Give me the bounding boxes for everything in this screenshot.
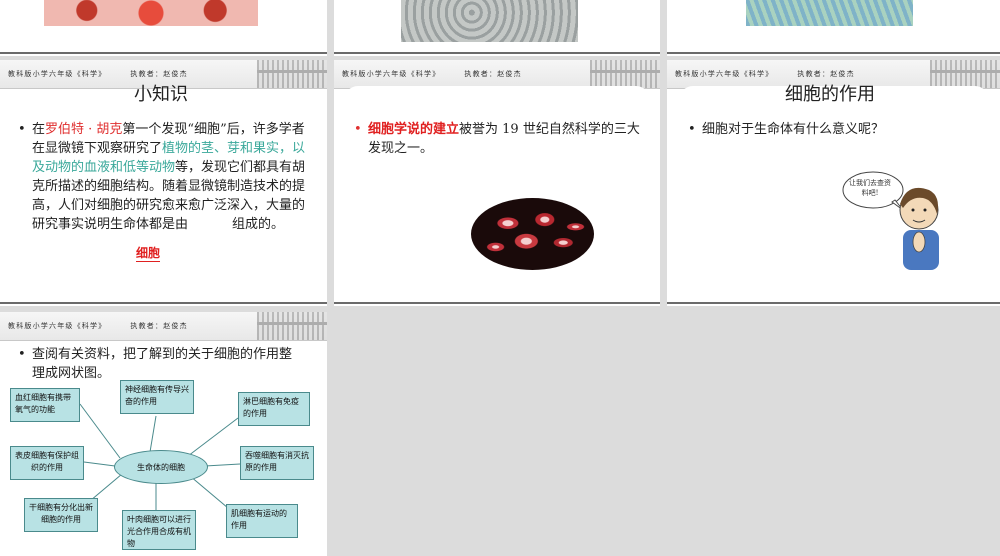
concept-node-phagocyte: 吞噬细胞有消灭抗原的作用 (240, 446, 314, 480)
banner-teacher: 执教者：赵俊杰 (797, 70, 855, 78)
banner-text: 教科版小学六年级《科学》 执教者：赵俊杰 (342, 69, 546, 79)
highlight-cell-theory: 细胞学说的建立 (368, 122, 460, 137)
content-panel (344, 86, 650, 298)
banner-publisher: 教科版小学六年级《科学》 (342, 70, 441, 78)
concept-node-stem-cell: 干细胞有分化出新细胞的作用 (24, 498, 98, 532)
highlight-hooke: 罗伯特 · 胡克 (45, 122, 123, 137)
text-part: 在 (32, 122, 46, 137)
concept-node-nerve-cell: 神经细胞有传导兴奋的作用 (120, 380, 194, 414)
banner-text: 教科版小学六年级《科学》 执教者：赵俊杰 (8, 69, 212, 79)
building-graphic (590, 60, 660, 88)
slide-title: 小知识 (134, 84, 188, 105)
red-blood-cells-image (44, 0, 258, 26)
banner-publisher: 教科版小学六年级《科学》 (675, 70, 774, 78)
answer-text: 细胞 (136, 246, 161, 262)
slide-bullet-text: • 细胞学说的建立被誉为 19 世纪自然科学的三大发现之一。 (354, 120, 644, 158)
banner-teacher: 执教者：赵俊杰 (464, 70, 522, 78)
slide-thumbnail-4[interactable]: 教科版小学六年级《科学》 执教者：赵俊杰 小知识 • 在罗伯特 · 胡克第一个发现“… (0, 60, 327, 306)
slide-banner: 教科版小学六年级《科学》 执教者：赵俊杰 (334, 60, 660, 89)
slide-divider (667, 302, 1000, 304)
slide-thumbnail-3[interactable] (667, 0, 1000, 56)
question-text: 细胞对于生命体有什么意义呢？ (702, 122, 885, 137)
bullet-dot: • (18, 122, 26, 137)
slide-divider (334, 302, 660, 304)
slide-divider (0, 302, 327, 304)
slide-divider (0, 52, 327, 54)
slide-title: 细胞的作用 (785, 84, 875, 105)
plant-cells-image (746, 0, 913, 26)
slide-bullet-text: • 在罗伯特 · 胡克第一个发现“细胞”后，许多学者在显微镜下观察研究了植物的茎、… (18, 120, 314, 234)
cell-micrograph-image (401, 0, 578, 42)
banner-text: 教科版小学六年级《科学》 执教者：赵俊杰 (675, 69, 879, 79)
building-graphic (257, 60, 327, 88)
slide-divider (334, 52, 660, 54)
concept-node-leaf-cell: 叶肉细胞可以进行光合作用合成有机物 (122, 510, 196, 550)
banner-teacher: 执教者：赵俊杰 (130, 70, 188, 78)
concept-node-red-blood-cell: 血红细胞有携带氧气的功能 (10, 388, 80, 422)
bullet-dot: • (354, 122, 362, 137)
banner-publisher: 教科版小学六年级《科学》 (8, 70, 107, 78)
speech-bubble-text: 让我们去查资料吧! (849, 179, 891, 197)
bullet-dot: • (688, 122, 696, 137)
red-blood-cells-oval-image (471, 198, 594, 270)
building-graphic (930, 60, 1000, 88)
concept-node-lymph-cell: 淋巴细胞有免疫的作用 (238, 392, 310, 426)
slide-thumbnail-2[interactable] (334, 0, 660, 56)
concept-node-skin-cell: 表皮细胞有保护组织的作用 (10, 446, 84, 480)
text-part: 组成的。 (232, 217, 285, 232)
slide-thumbnail-6[interactable]: 教科版小学六年级《科学》 执教者：赵俊杰 细胞的作用 • 细胞对于生命体有什么意义呢… (667, 60, 1000, 306)
slide-thumbnail-1[interactable] (0, 0, 327, 56)
concept-map-center-node: 生命体的细胞 (114, 450, 208, 484)
slide-thumbnail-7[interactable]: 教科版小学六年级《科学》 执教者：赵俊杰 • 查阅有关资料，把了解到的关于细胞的作用… (0, 312, 327, 556)
slide-divider (667, 52, 1000, 54)
concept-node-muscle-cell: 肌细胞有运动的作用 (226, 504, 298, 538)
slide-thumbnail-5[interactable]: 教科版小学六年级《科学》 执教者：赵俊杰 • 细胞学说的建立被誉为 19 世纪自然科… (334, 60, 660, 306)
slide-bullet-text: • 细胞对于生命体有什么意义呢？ (688, 120, 972, 139)
